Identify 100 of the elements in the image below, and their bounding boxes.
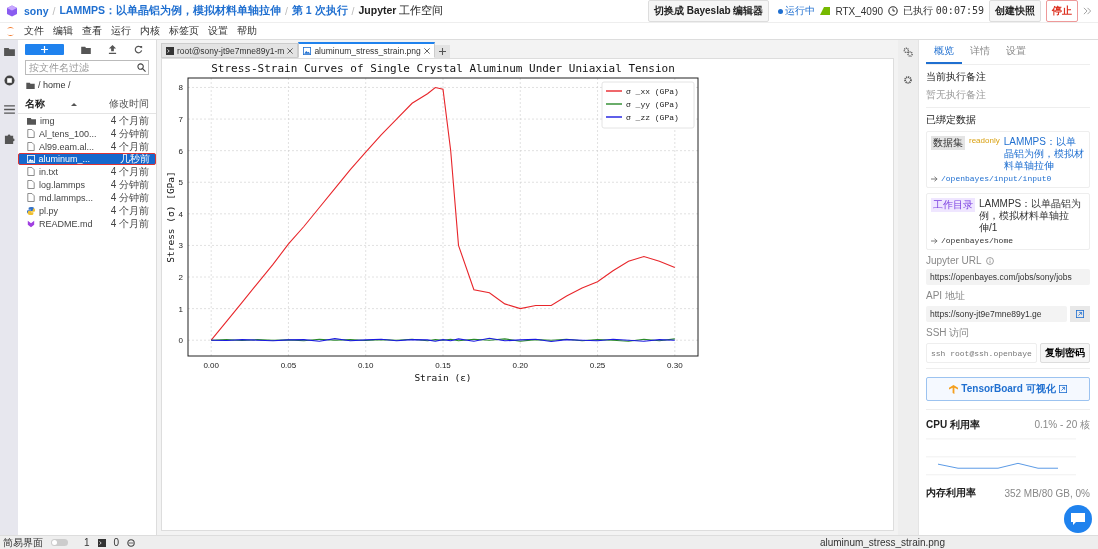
y-tick-label: 4 xyxy=(178,209,183,219)
x-tick-label: 0.00 xyxy=(203,361,219,370)
simple-mode-label: 简易界面 xyxy=(3,535,43,549)
metric-reading: 0.1% - 20 核 xyxy=(1034,418,1090,432)
gauge-icon xyxy=(127,538,136,547)
gpu-label: RTX_4090 xyxy=(835,5,884,17)
y-tick-label: 5 xyxy=(178,178,183,188)
file-item[interactable]: Al99.eam.al... 4 个月前 xyxy=(18,140,156,153)
y-tick-label: 1 xyxy=(178,304,183,314)
new-launcher-button[interactable] xyxy=(25,44,64,55)
breadcrumb-link[interactable]: LAMMPS：以单晶铝为例，模拟材料单轴拉伸 xyxy=(59,4,281,18)
url-field[interactable]: https://openbayes.com/jobs/sony/jobs xyxy=(926,269,1090,285)
gears-icon[interactable] xyxy=(903,47,913,57)
menu-item[interactable]: 运行 xyxy=(111,24,131,38)
menu-item[interactable]: 标签页 xyxy=(169,24,199,38)
folder-icon xyxy=(26,81,35,89)
binding-tag: 数据集 xyxy=(931,136,965,150)
section-title: 已绑定数据 xyxy=(926,113,977,127)
panel-tab[interactable]: 设置 xyxy=(998,40,1034,64)
panel-tab[interactable]: 详情 xyxy=(962,40,998,64)
x-tick-label: 0.30 xyxy=(667,361,683,370)
gear-icon[interactable] xyxy=(903,75,913,85)
api-url-field[interactable]: https://sony-jt9e7mne89y1.ge xyxy=(926,306,1067,322)
stop-circle-icon[interactable] xyxy=(3,75,15,86)
terminal-icon xyxy=(97,538,106,547)
puzzle-icon[interactable] xyxy=(3,133,15,144)
new-folder-icon[interactable] xyxy=(81,45,91,54)
file-item[interactable]: md.lammps... 4 分钟前 xyxy=(18,191,156,204)
gpu-icon xyxy=(820,7,831,15)
refresh-icon[interactable] xyxy=(134,45,143,54)
simple-mode-toggle[interactable] xyxy=(51,539,68,546)
menu-item[interactable]: 查看 xyxy=(82,24,102,38)
file-item[interactable]: in.txt 4 个月前 xyxy=(18,165,156,178)
folder-icon[interactable] xyxy=(3,47,15,56)
external-link-icon xyxy=(1076,310,1084,318)
ssh-command-field[interactable]: ssh root@ssh.openbaye xyxy=(926,343,1037,363)
chart-title: Stress-Strain Curves of Single Crystal Aluminum Under Uniaxial Tension xyxy=(211,62,675,75)
external-link-icon xyxy=(1058,385,1067,393)
tensorboard-logo-icon xyxy=(949,384,959,394)
close-icon[interactable] xyxy=(287,47,294,54)
x-tick-label: 0.20 xyxy=(512,361,529,370)
arrow-icon xyxy=(931,237,938,244)
current-path[interactable]: / home / xyxy=(38,80,71,90)
filter-field[interactable]: 按文件名过滤 xyxy=(25,60,149,75)
document-tab[interactable]: root@sony-jt9e7mne89y1-m xyxy=(161,43,299,58)
document-tab[interactable]: aluminum_stress_strain.png xyxy=(298,42,435,58)
panel-tab[interactable]: 概览 xyxy=(926,40,962,64)
breadcrumb-link[interactable]: sony xyxy=(24,5,49,17)
breadcrumb-link[interactable]: 第 1 次执行 xyxy=(291,4,348,18)
plus-icon xyxy=(438,48,446,55)
breadcrumb-separator: / xyxy=(284,5,288,17)
metric-reading: 352 MB/80 GB, 0% xyxy=(1004,487,1090,499)
menu-item[interactable]: 设置 xyxy=(208,24,228,38)
modified-column-header[interactable]: 修改时间 xyxy=(109,97,149,111)
snapshot-button[interactable]: 创建快照 xyxy=(989,0,1041,22)
list-icon[interactable] xyxy=(3,105,15,114)
menu-item[interactable]: 编辑 xyxy=(53,24,73,38)
field-label: SSH 访问 xyxy=(926,326,970,340)
status-dot-icon xyxy=(778,8,784,14)
breadcrumb-separator: / xyxy=(52,5,56,17)
x-tick-label: 0.10 xyxy=(357,361,374,370)
y-tick-label: 6 xyxy=(178,146,183,156)
file-item[interactable]: aluminum_... 几秒前 xyxy=(18,153,156,165)
file-item[interactable]: pl.py 4 个月前 xyxy=(18,204,156,217)
arrow-icon xyxy=(931,175,938,182)
menu-item[interactable]: 文件 xyxy=(24,24,44,38)
tensorboard-button[interactable]: TensorBoard 可视化 xyxy=(926,377,1090,401)
open-link-button[interactable] xyxy=(1070,306,1090,322)
file-item[interactable]: img 4 个月前 xyxy=(18,114,156,127)
copy-password-button[interactable]: 复制密码 xyxy=(1040,343,1090,363)
plus-icon xyxy=(41,46,48,53)
workdir-name: LAMMPS：以单晶铝为例，模拟材料单轴拉伸/1 xyxy=(979,198,1083,234)
stop-button[interactable]: 停止 xyxy=(1046,0,1078,22)
menu-item[interactable]: 帮助 xyxy=(237,24,257,38)
file-item[interactable]: Al_tens_100... 4 分钟前 xyxy=(18,127,156,140)
info-icon xyxy=(985,256,994,265)
switch-editor-button[interactable]: 切换成 Bayeslab 编辑器 xyxy=(647,0,770,22)
x-tick-label: 0.25 xyxy=(589,361,606,370)
terminal-count: 0 xyxy=(113,537,120,548)
field-label: Jupyter URL xyxy=(926,255,982,266)
chat-button[interactable] xyxy=(1064,505,1092,533)
breadcrumb-separator: / xyxy=(351,5,355,17)
binding-tag: 工作目录 xyxy=(931,198,975,212)
y-tick-label: 8 xyxy=(178,83,183,93)
y-tick-label: 0 xyxy=(178,336,183,346)
ssh-command: ssh root@ssh.openbaye xyxy=(931,348,1032,358)
dataset-link[interactable]: LAMMPS：以单晶铝为例，模拟材料单轴拉伸 xyxy=(1003,136,1085,172)
elapsed-time: 已执行 00:07:59 xyxy=(903,4,984,18)
python-file-icon xyxy=(27,206,35,215)
legend-label: σ _xx (GPa) xyxy=(626,87,679,96)
chat-icon xyxy=(1071,513,1085,525)
file-item[interactable]: log.lammps 4 分钟前 xyxy=(18,178,156,191)
x-tick-label: 0.15 xyxy=(435,361,451,370)
close-icon[interactable] xyxy=(423,47,430,54)
legend-label: σ _zz (GPa) xyxy=(626,113,679,122)
name-column-header[interactable]: 名称 xyxy=(25,97,45,111)
menu-item[interactable]: 内核 xyxy=(140,24,160,38)
file-item[interactable]: README.md 4 个月前 xyxy=(18,217,156,230)
y-tick-label: 7 xyxy=(178,115,183,125)
upload-icon[interactable] xyxy=(108,45,117,54)
